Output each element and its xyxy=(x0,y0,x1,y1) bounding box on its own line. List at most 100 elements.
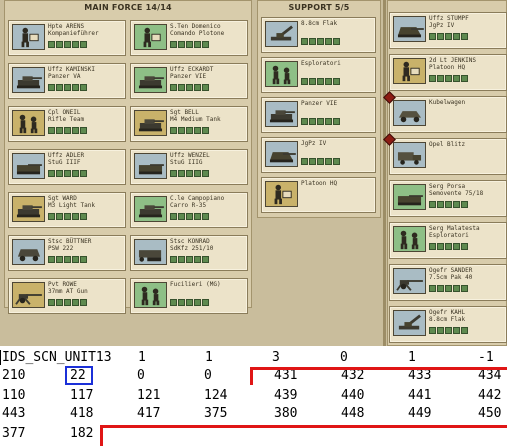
unit-card[interactable]: Pvt ROWE 37mm AT Gun xyxy=(8,278,126,314)
stat-pip xyxy=(170,127,177,134)
unit-card[interactable]: Ogefr SANDER 7.5cm Pak 40 xyxy=(389,264,507,301)
unit-card[interactable]: Uffz ADLER StuG IIIF xyxy=(8,149,126,185)
data-cell: 210 xyxy=(2,368,26,383)
unit-name-line-2: PSW 222 xyxy=(48,245,74,252)
unit-card[interactable]: Ogefr KAHL 8.8cm Flak xyxy=(389,306,507,343)
stat-pip xyxy=(186,41,193,48)
unit-name-line-1: 2d Lt JENKINS xyxy=(429,57,476,64)
data-cell: 439 xyxy=(274,388,298,403)
stat-pip xyxy=(461,285,468,292)
unit-stat-pips xyxy=(170,41,209,48)
unit-card[interactable]: Platoon HQ xyxy=(261,177,376,213)
unit-name-line-1: Sgt WARD xyxy=(48,195,77,202)
stat-pip xyxy=(80,299,87,306)
stat-pip xyxy=(194,127,201,134)
unit-card[interactable]: Esploratori xyxy=(261,57,376,93)
unit-name-line-2: Rifle Team xyxy=(48,116,85,123)
stat-pip xyxy=(72,84,79,91)
stat-pip xyxy=(186,170,193,177)
tank-destroyer-icon xyxy=(265,141,298,167)
stat-pip xyxy=(170,256,177,263)
stat-pip xyxy=(64,170,71,177)
unit-name-line-2: StuG IIIG xyxy=(170,159,203,166)
unit-card[interactable]: Serg Malatesta Esploratori xyxy=(389,222,507,259)
data-cell: 377 xyxy=(2,426,26,441)
unit-name: Pvt ROWE 37mm AT Gun xyxy=(48,281,88,295)
stat-pip xyxy=(170,170,177,177)
officer-icon xyxy=(12,24,45,50)
stat-pip xyxy=(429,33,436,40)
unit-stat-pips xyxy=(48,127,87,134)
data-cell: 1 xyxy=(205,350,213,365)
data-cell: 0 xyxy=(137,368,145,383)
tank-destroyer-icon xyxy=(393,16,426,42)
data-cell: 1 xyxy=(138,350,146,365)
stat-pip xyxy=(429,243,436,250)
unit-card[interactable]: Uffz WENZEL StuG IIIG xyxy=(130,149,248,185)
stat-pip xyxy=(48,213,55,220)
unit-card[interactable]: S.Ten Domenico Comando Plotone xyxy=(130,20,248,56)
data-cell: 449 xyxy=(408,406,432,421)
stat-pip xyxy=(202,170,209,177)
unit-card[interactable]: C.le Campopiano Carro R-35 xyxy=(130,192,248,228)
unit-card[interactable]: Opel Blitz xyxy=(383,133,507,175)
stat-pip xyxy=(64,256,71,263)
unit-name-line-1: S.Ten Domenico xyxy=(170,23,221,30)
unit-card[interactable]: Stsc BÜTTNER PSW 222 xyxy=(8,235,126,271)
unit-name: Ogefr SANDER 7.5cm Pak 40 xyxy=(429,267,472,281)
unit-stat-pips xyxy=(429,285,468,292)
officer-icon xyxy=(393,58,426,84)
assault-gun-icon xyxy=(134,153,167,179)
data-cell: 442 xyxy=(478,388,502,403)
unit-card[interactable]: JgPz IV xyxy=(261,137,376,173)
unit-name: Panzer VIE xyxy=(301,100,337,107)
panel-divider xyxy=(383,0,386,346)
stat-pip xyxy=(333,38,340,45)
unit-name: Sgt BELL M4 Medium Tank xyxy=(170,109,221,123)
data-cell: 3 xyxy=(272,350,280,365)
unit-card[interactable]: 2d Lt JENKINS Platoon HQ xyxy=(389,54,507,91)
unit-card[interactable]: Uffz STUMPF JgPz IV xyxy=(389,12,507,49)
stat-pip xyxy=(333,158,340,165)
unit-name: 8.8cm Flak xyxy=(301,20,337,27)
unit-name-line-1: Stsc BÜTTNER xyxy=(48,238,92,245)
unit-card[interactable]: Panzer VIE xyxy=(261,97,376,133)
unit-name-line-1: Uffz STUMPF xyxy=(429,15,469,22)
stat-pip xyxy=(461,243,468,250)
unit-card[interactable]: Uffz KAMINSKI Panzer VA xyxy=(8,63,126,99)
unit-stat-pips xyxy=(429,75,468,82)
stat-pip xyxy=(437,243,444,250)
stat-pip xyxy=(48,41,55,48)
stat-pip xyxy=(453,201,460,208)
unit-card[interactable]: Kubelwagen xyxy=(383,91,507,133)
stat-pip xyxy=(80,256,87,263)
stat-pip xyxy=(64,41,71,48)
stat-pip xyxy=(72,41,79,48)
unit-name-line-2: Esploratori xyxy=(429,232,469,239)
unit-card[interactable]: Stsc KONRAD SdKfz 251/10 xyxy=(130,235,248,271)
unit-name: Stsc KONRAD SdKfz 251/10 xyxy=(170,238,213,252)
data-cell: 110 xyxy=(2,388,26,403)
unit-card[interactable]: Fucilieri (MG) xyxy=(130,278,248,314)
unit-card[interactable]: Sgt BELL M4 Medium Tank xyxy=(130,106,248,142)
unit-name-line-1: Uffz ADLER xyxy=(48,152,85,159)
unit-stat-pips xyxy=(429,33,468,40)
unit-name-line-2: Comando Plotone xyxy=(170,30,225,37)
stat-pip xyxy=(437,327,444,334)
unit-card[interactable]: Uffz ECKARDT Panzer VIE xyxy=(130,63,248,99)
stat-pip xyxy=(309,118,316,125)
unit-card[interactable]: Sgt WARD M3 Light Tank xyxy=(8,192,126,228)
stat-pip xyxy=(56,84,63,91)
unit-card[interactable]: Cpl ONEIL Rifle Team xyxy=(8,106,126,142)
unit-card[interactable]: Hpte ARENS Kompanieführer xyxy=(8,20,126,56)
stat-pip xyxy=(64,84,71,91)
stat-pip xyxy=(56,170,63,177)
infantry-icon xyxy=(393,226,426,252)
unit-card[interactable]: 8.8cm Flak xyxy=(261,17,376,53)
unit-stat-pips xyxy=(429,243,468,250)
unit-card[interactable]: Serg Porsa Semovente 75/18 xyxy=(389,180,507,217)
data-cell: 434 xyxy=(478,368,502,383)
flak-icon xyxy=(265,21,298,47)
tank-icon xyxy=(134,196,167,222)
unit-name-line-1: Cpl ONEIL xyxy=(48,109,81,116)
